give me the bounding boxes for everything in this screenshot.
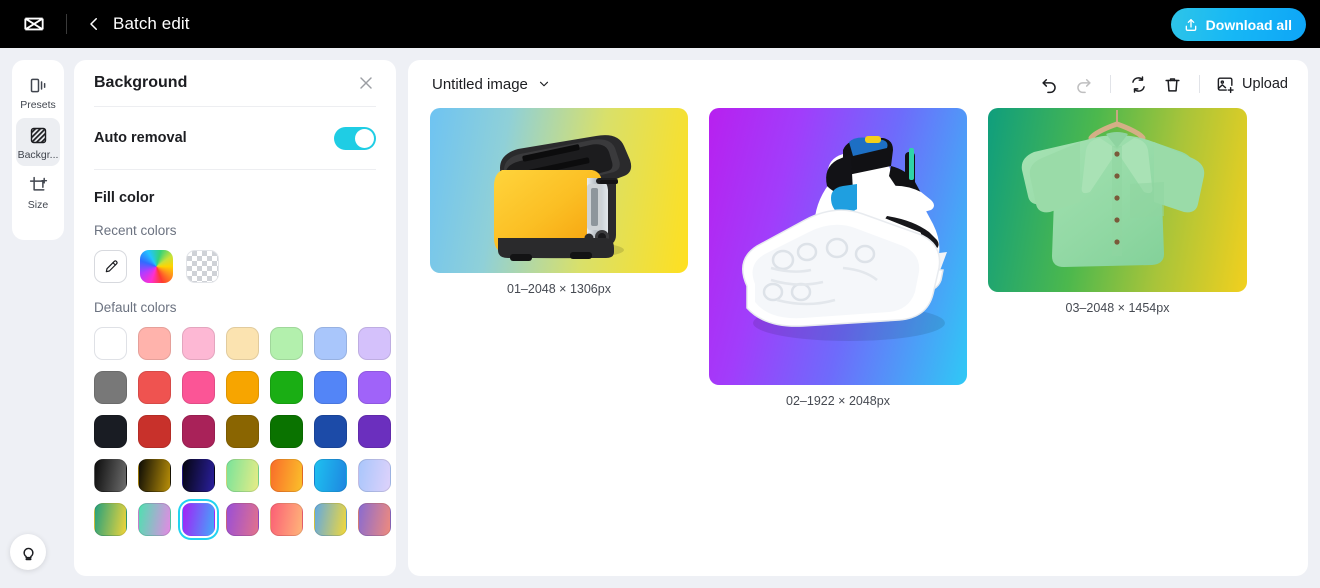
- tool-rail: Presets Backgr... Size: [12, 60, 64, 240]
- auto-removal-toggle[interactable]: [334, 126, 376, 150]
- workspace: Presets Backgr... Size Background Auto r…: [0, 48, 1320, 588]
- thumbnail-sneakers[interactable]: 02–1922 × 2048px: [709, 108, 967, 408]
- color-swatch-maroon[interactable]: [182, 415, 215, 448]
- thumbnail-image-toaster: [430, 108, 688, 273]
- upload-button[interactable]: Upload: [1216, 75, 1288, 94]
- color-swatch-gradient-purple-coral[interactable]: [358, 503, 391, 536]
- color-swatch-light-purple[interactable]: [358, 327, 391, 360]
- recent-colors-row: [94, 250, 376, 283]
- transparent-swatch[interactable]: [186, 250, 219, 283]
- eyedropper-swatch[interactable]: [94, 250, 127, 283]
- document-name-dropdown[interactable]: Untitled image: [432, 76, 551, 93]
- color-swatch-gradient-blue-yellow[interactable]: [314, 503, 347, 536]
- color-swatch-gray[interactable]: [94, 371, 127, 404]
- color-swatch-gradient-blue-lilac[interactable]: [358, 459, 391, 492]
- thumbnail-image-shirt: [988, 108, 1247, 292]
- color-wheel-swatch[interactable]: [140, 250, 173, 283]
- download-all-button[interactable]: Download all: [1170, 8, 1306, 41]
- color-swatch-gradient-black-gold[interactable]: [138, 459, 171, 492]
- color-swatch-hot-pink[interactable]: [182, 371, 215, 404]
- sidebar-item-background[interactable]: Backgr...: [16, 118, 60, 166]
- canvas-toolbar: Untitled image Upload: [408, 60, 1308, 108]
- thumbnail-caption: 03–2048 × 1454px: [1065, 301, 1170, 315]
- presets-icon: [28, 74, 49, 96]
- color-swatch-light-green[interactable]: [270, 327, 303, 360]
- sidebar-item-presets-label: Presets: [20, 99, 56, 111]
- thumbnail-caption: 01–2048 × 1306px: [507, 282, 611, 296]
- background-hatch-icon: [28, 124, 49, 146]
- chevron-down-icon: [537, 77, 551, 91]
- color-swatch-green[interactable]: [270, 371, 303, 404]
- delete-button[interactable]: [1155, 69, 1189, 99]
- thumbnail-list: 01–2048 × 1306px 02–1922 × 2048px 03–204…: [408, 108, 1308, 408]
- undo-button[interactable]: [1032, 69, 1066, 99]
- replace-button[interactable]: [1121, 69, 1155, 99]
- canvas-area: Untitled image Upload 01–2048 × 1306px 0…: [408, 60, 1308, 576]
- color-swatch-dark-green[interactable]: [270, 415, 303, 448]
- back-button[interactable]: [83, 13, 105, 35]
- topbar-divider: [66, 14, 67, 34]
- color-swatch-white[interactable]: [94, 327, 127, 360]
- top-bar: Batch edit Download all: [0, 0, 1320, 48]
- capcut-logo-icon[interactable]: [20, 10, 48, 38]
- canvas-tool-buttons: Upload: [1032, 60, 1288, 108]
- color-swatch-gradient-green-yellow[interactable]: [226, 459, 259, 492]
- sidebar-item-presets[interactable]: Presets: [16, 68, 60, 116]
- download-all-label: Download all: [1205, 16, 1292, 33]
- thumbnail-toaster[interactable]: 01–2048 × 1306px: [430, 108, 688, 296]
- color-swatch-red[interactable]: [138, 371, 171, 404]
- color-swatch-gradient-red-peach[interactable]: [270, 503, 303, 536]
- color-swatch-light-pink[interactable]: [182, 327, 215, 360]
- fill-color-heading: Fill color: [94, 190, 155, 206]
- color-swatch-navy-blue[interactable]: [314, 415, 347, 448]
- document-name-label: Untitled image: [432, 75, 528, 93]
- color-swatch-cream[interactable]: [226, 327, 259, 360]
- color-swatch-blue[interactable]: [314, 371, 347, 404]
- page-title: Batch edit: [113, 14, 190, 33]
- color-swatch-light-coral[interactable]: [138, 327, 171, 360]
- color-swatch-gradient-orange-gold[interactable]: [270, 459, 303, 492]
- color-swatch-gradient-black-gray[interactable]: [94, 459, 127, 492]
- toolbar-divider-1: [1110, 75, 1112, 93]
- sidebar-item-size[interactable]: Size: [16, 168, 60, 216]
- thumbnail-image-sneakers: [709, 108, 967, 385]
- default-colors-heading: Default colors: [94, 300, 177, 315]
- sidebar-item-background-label: Backgr...: [17, 149, 59, 161]
- sidebar-item-size-label: Size: [27, 199, 49, 211]
- upload-arrow-icon: [1183, 17, 1199, 33]
- thumbnail-caption: 02–1922 × 2048px: [786, 394, 890, 408]
- crop-resize-icon: [28, 174, 49, 196]
- color-swatch-dark-gold[interactable]: [226, 415, 259, 448]
- upload-label: Upload: [1242, 76, 1288, 92]
- background-panel: Background Auto removal Fill color Recen…: [74, 60, 396, 576]
- color-swatch-light-blue[interactable]: [314, 327, 347, 360]
- color-swatch-gradient-cyan-blue[interactable]: [314, 459, 347, 492]
- color-swatch-brick-red[interactable]: [138, 415, 171, 448]
- default-colors-grid: [94, 327, 391, 536]
- auto-removal-row: Auto removal: [94, 107, 376, 170]
- color-swatch-orange[interactable]: [226, 371, 259, 404]
- redo-button[interactable]: [1066, 69, 1100, 99]
- panel-header: Background: [94, 60, 376, 107]
- color-swatch-gradient-black-indigo[interactable]: [182, 459, 215, 492]
- image-add-icon: [1216, 75, 1235, 94]
- color-swatch-near-black[interactable]: [94, 415, 127, 448]
- color-swatch-gradient-violet-rose[interactable]: [226, 503, 259, 536]
- recent-colors-heading: Recent colors: [94, 223, 177, 238]
- help-button[interactable]: [10, 534, 46, 570]
- close-icon[interactable]: [356, 73, 376, 93]
- color-swatch-gradient-mint-pink[interactable]: [138, 503, 171, 536]
- color-swatch-gradient-teal-yellow[interactable]: [94, 503, 127, 536]
- toolbar-divider-2: [1199, 75, 1201, 93]
- panel-title: Background: [94, 74, 188, 91]
- color-swatch-deep-purple[interactable]: [358, 415, 391, 448]
- thumbnail-shirt[interactable]: 03–2048 × 1454px: [988, 108, 1247, 315]
- color-swatch-gradient-purple-blue[interactable]: [182, 503, 215, 536]
- color-swatch-purple[interactable]: [358, 371, 391, 404]
- lightbulb-icon: [19, 543, 38, 562]
- auto-removal-label: Auto removal: [94, 130, 187, 146]
